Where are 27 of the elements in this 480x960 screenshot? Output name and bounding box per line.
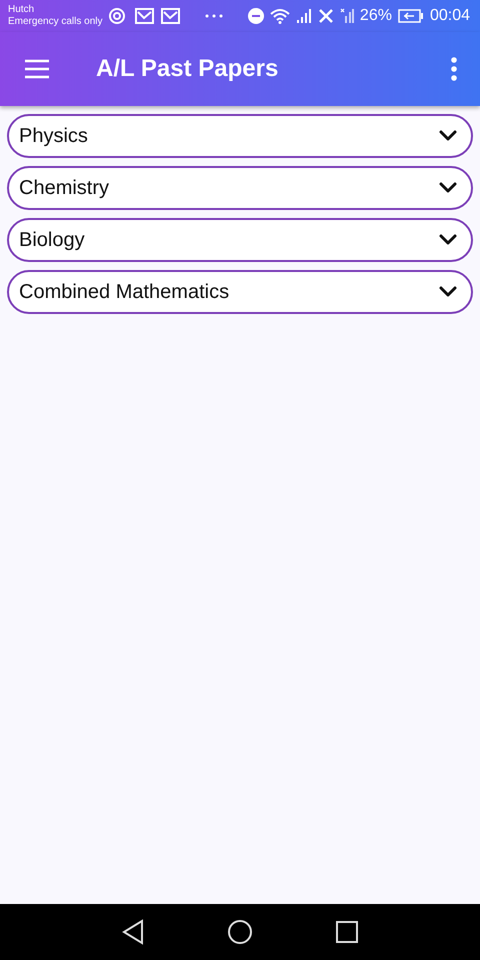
accordion-header[interactable]: Biology [7,218,473,262]
signal-icon [296,8,312,24]
clock-time: 00:04 [430,7,470,25]
accordion-header[interactable]: Physics [7,114,473,158]
no-call-icon [318,8,334,24]
battery-charging-icon [398,9,424,23]
subject-label: Biology [19,228,85,252]
recents-icon[interactable] [335,920,359,944]
subject-label: Chemistry [19,176,110,200]
wifi-icon [270,8,290,24]
more-icon [204,13,224,19]
mail-icon [160,7,180,25]
app-title: A/L Past Papers [96,55,280,83]
menu-icon[interactable] [24,59,50,79]
do-not-disturb-icon [248,8,264,24]
carrier-text: Hutch [8,4,36,16]
accordion-header[interactable]: Chemistry [7,166,473,210]
no-signal-icon [340,8,354,24]
home-icon[interactable] [227,919,253,945]
battery-percent: 26% [360,7,392,25]
overflow-menu-icon[interactable] [450,57,458,81]
mail-icon [134,7,154,25]
back-icon[interactable] [121,919,145,945]
subject-label: Combined Mathematics [19,280,230,304]
accordion-header[interactable]: Combined Mathematics [7,270,473,314]
network-status-text: Emergency calls only [8,16,102,28]
subject-label: Physics [19,124,88,148]
